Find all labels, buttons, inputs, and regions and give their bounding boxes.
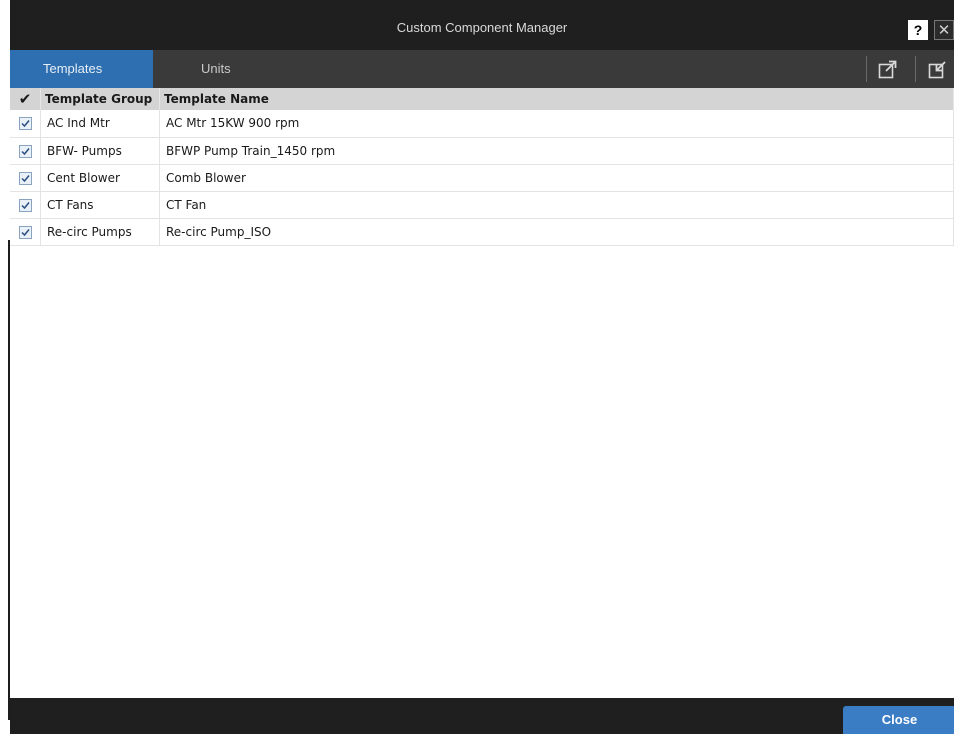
row-checkbox[interactable]: [18, 171, 32, 185]
toolbar-divider: [915, 56, 916, 82]
window-close-button[interactable]: ✕: [934, 20, 954, 40]
row-checkbox-cell: [10, 110, 41, 137]
row-checkbox[interactable]: [18, 198, 32, 212]
window-title: Custom Component Manager: [396, 20, 568, 35]
table-header-row: ✔ Template Group Template Name: [10, 88, 954, 110]
row-checkbox-cell: [10, 191, 41, 218]
row-checkbox-cell: [10, 218, 41, 245]
close-button[interactable]: Close: [843, 706, 954, 734]
tab-units[interactable]: Units: [153, 50, 273, 88]
template-group-cell: Re-circ Pumps: [40, 218, 160, 245]
custom-component-manager-dialog: Custom Component Manager ? ✕ Templates U…: [10, 0, 954, 734]
table-row[interactable]: Cent Blower Comb Blower: [10, 164, 954, 191]
template-name-cell: BFWP Pump Train_1450 rpm: [159, 137, 954, 164]
column-header-template-name[interactable]: Template Name: [159, 88, 954, 110]
dialog-footer: Close: [10, 698, 954, 734]
row-checkbox[interactable]: [18, 144, 32, 158]
background-strip: [0, 0, 10, 734]
row-checkbox[interactable]: [18, 117, 32, 131]
templates-table: ✔ Template Group Template Name AC Ind Mt…: [10, 88, 954, 246]
template-group-cell: CT Fans: [40, 191, 160, 218]
row-checkbox-cell: [10, 137, 41, 164]
template-name-cell: Re-circ Pump_ISO: [159, 218, 954, 245]
table-row[interactable]: BFW- Pumps BFWP Pump Train_1450 rpm: [10, 137, 954, 164]
column-header-template-group[interactable]: Template Group: [40, 88, 160, 110]
tab-bar: Templates Units: [10, 50, 954, 88]
template-name-cell: CT Fan: [159, 191, 954, 218]
row-checkbox-cell: [10, 164, 41, 191]
table-row[interactable]: AC Ind Mtr AC Mtr 15KW 900 rpm: [10, 110, 954, 137]
table-row[interactable]: CT Fans CT Fan: [10, 191, 954, 218]
tab-templates[interactable]: Templates: [10, 50, 153, 88]
help-button[interactable]: ?: [908, 20, 928, 40]
row-checkbox[interactable]: [18, 225, 32, 239]
export-icon[interactable]: [878, 59, 898, 79]
title-bar: Custom Component Manager ? ✕: [10, 0, 954, 50]
select-all-checkbox[interactable]: ✔: [10, 88, 41, 110]
import-icon[interactable]: [928, 59, 948, 79]
template-name-cell: AC Mtr 15KW 900 rpm: [159, 110, 954, 137]
toolbar-divider: [866, 56, 867, 82]
template-group-cell: BFW- Pumps: [40, 137, 160, 164]
templates-table-container: ✔ Template Group Template Name AC Ind Mt…: [10, 88, 954, 698]
template-group-cell: AC Ind Mtr: [40, 110, 160, 137]
template-group-cell: Cent Blower: [40, 164, 160, 191]
template-name-cell: Comb Blower: [159, 164, 954, 191]
table-row[interactable]: Re-circ Pumps Re-circ Pump_ISO: [10, 218, 954, 245]
